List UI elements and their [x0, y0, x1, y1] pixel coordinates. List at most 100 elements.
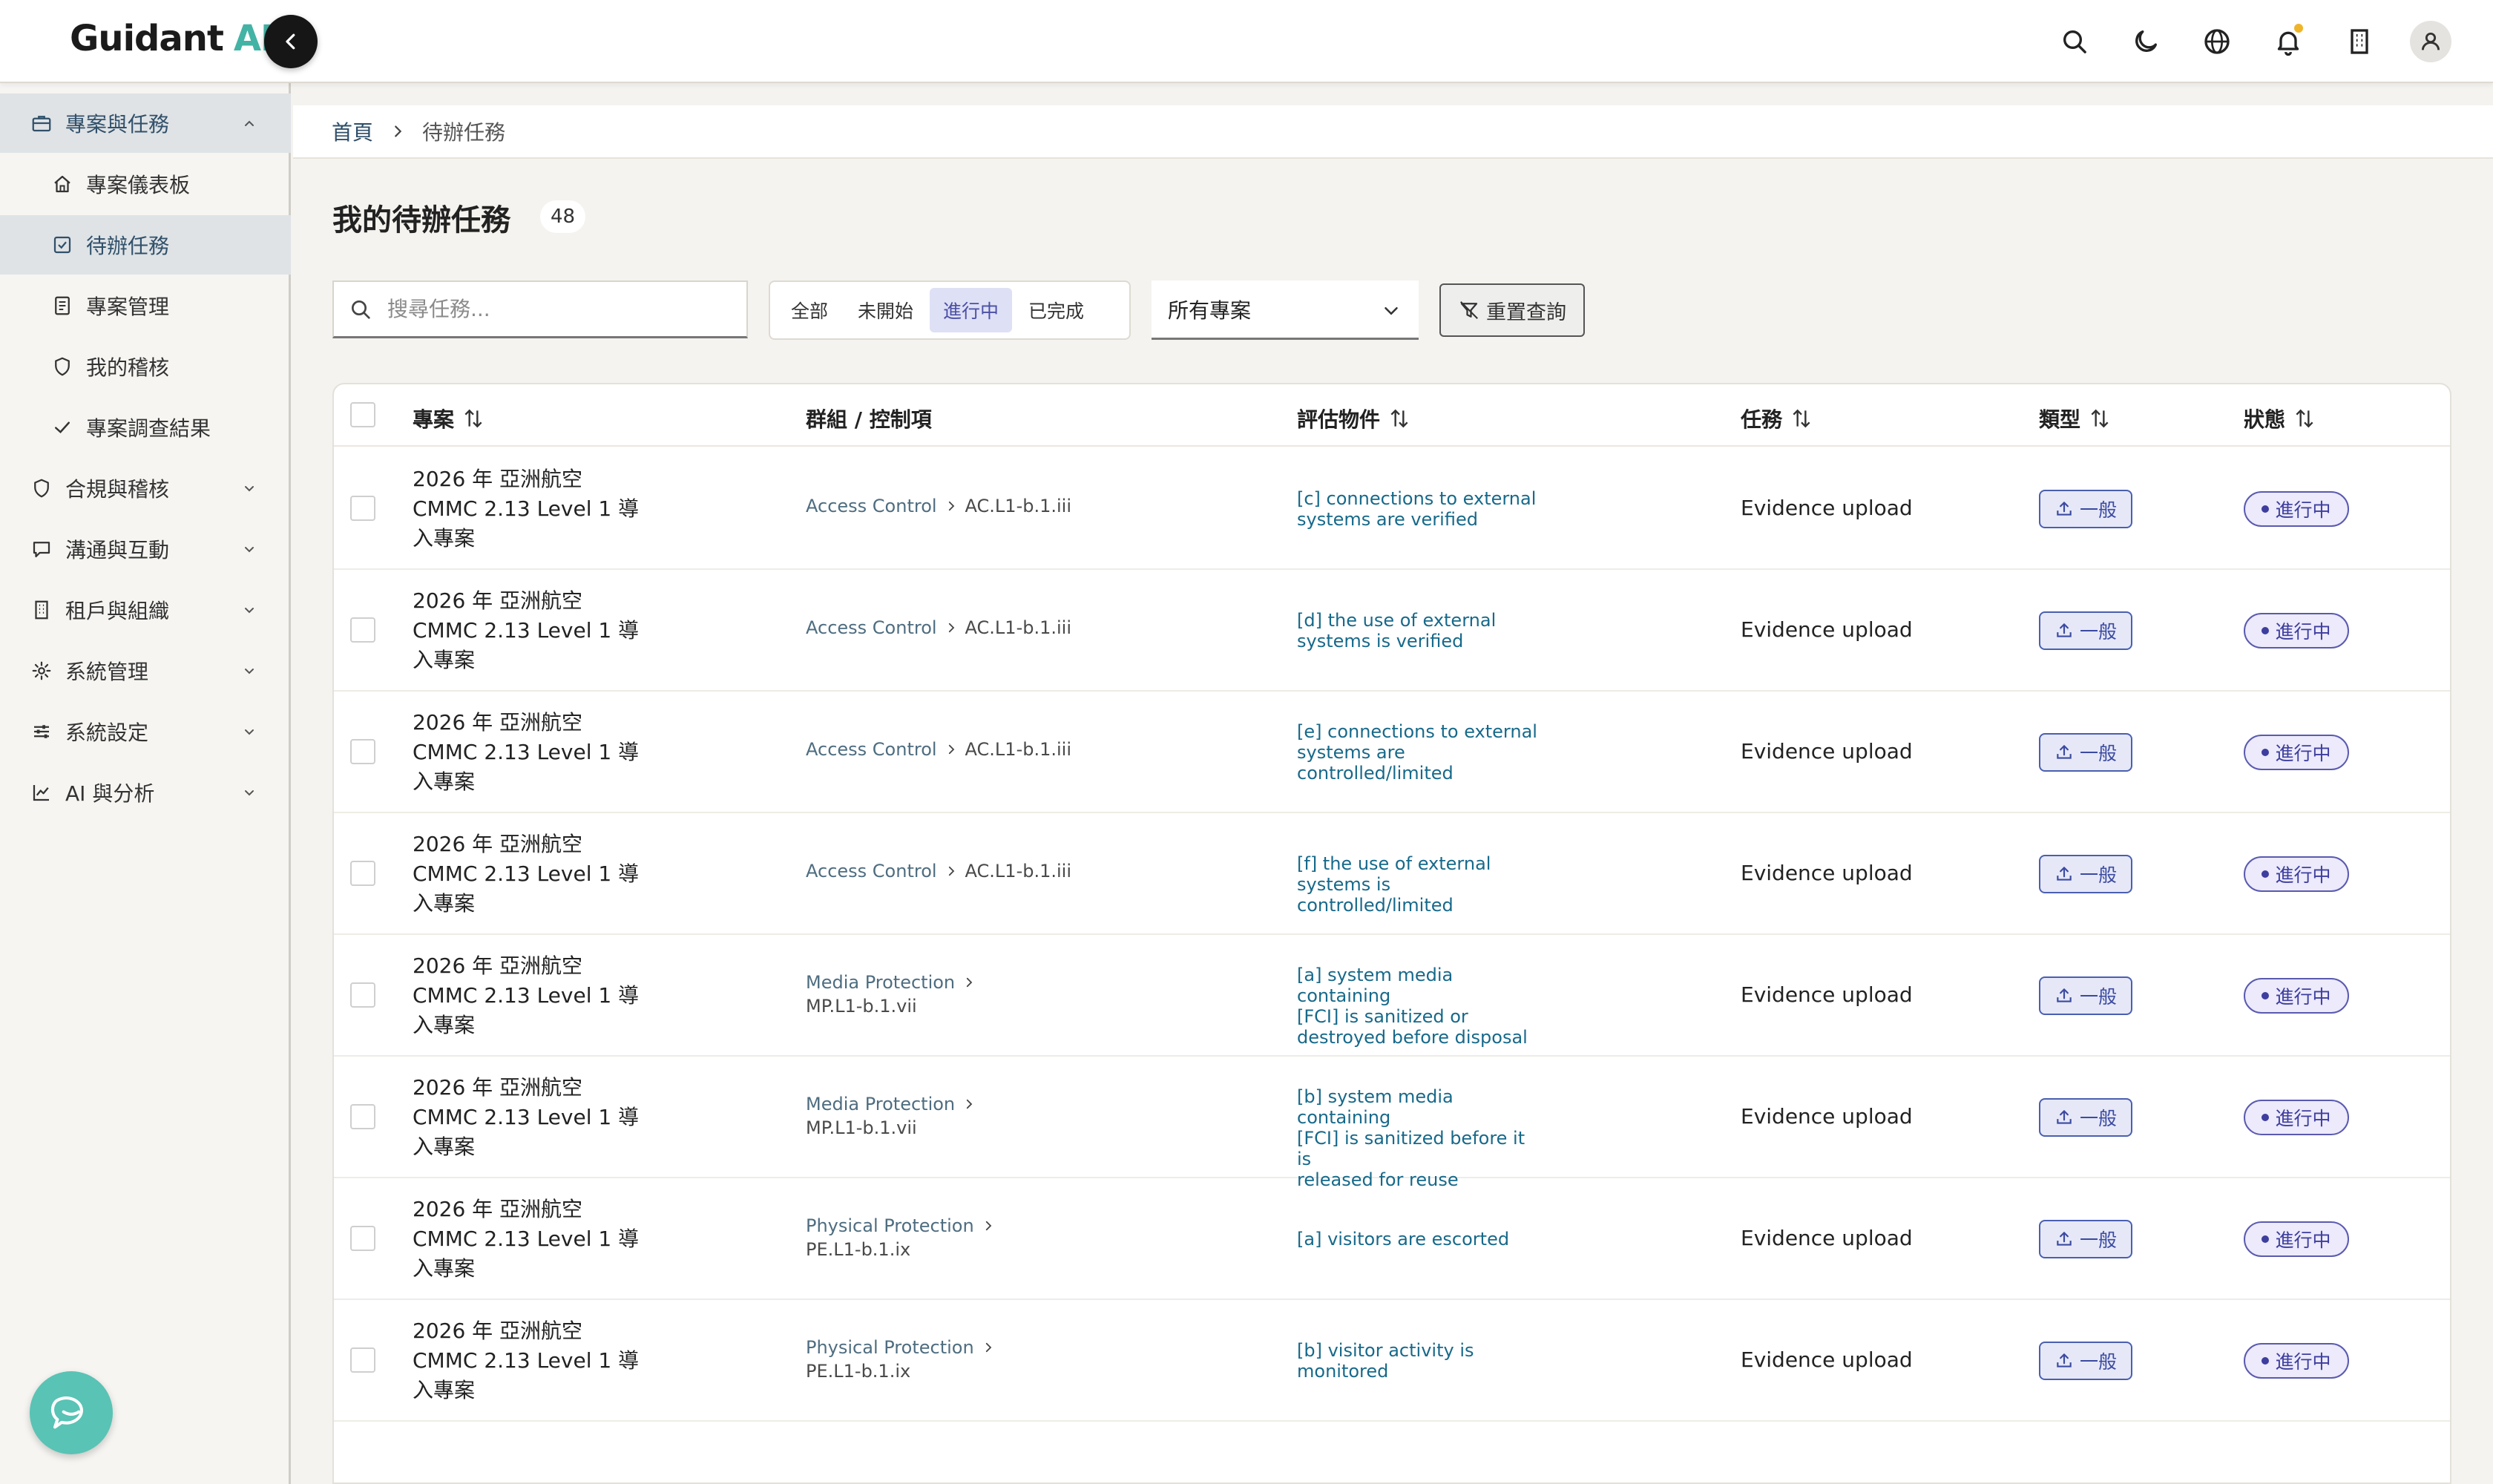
table-row[interactable]: 2026 年 亞洲航空 CMMC 2.13 Level 1 導入專案 Access … [334, 448, 2450, 570]
sidebar-item-label: 專案調查結果 [86, 416, 211, 441]
status-label: 進行中 [2275, 621, 2331, 643]
task-cell: Evidence upload [1741, 1347, 1913, 1372]
row-checkbox[interactable] [350, 982, 375, 1008]
type-badge[interactable]: 一般 [2039, 1098, 2132, 1137]
search-field[interactable] [332, 280, 748, 338]
moon-icon [2135, 30, 2157, 52]
row-checkbox[interactable] [350, 739, 375, 764]
control-id[interactable]: AC.L1-b.1.iii [965, 861, 1071, 881]
group-name[interactable]: Access Control [806, 861, 937, 881]
control-id[interactable]: MP.L1-b.1.vii [806, 996, 976, 1017]
status-dot [2262, 749, 2270, 756]
project-cell: 2026 年 亞洲航空 CMMC 2.13 Level 1 導入專案 [413, 708, 665, 797]
sidebar-item-projects-tasks[interactable]: 專案與任務 [0, 93, 291, 153]
header-assessment-object[interactable]: 評估物件 [1297, 404, 1411, 433]
table-row[interactable]: 2026 年 亞洲航空 CMMC 2.13 Level 1 導入專案 Access … [334, 692, 2450, 813]
group-name[interactable]: Access Control [806, 739, 937, 760]
assessment-object-link[interactable]: [a] system media containing [FCI] is sani… [1297, 965, 1542, 1048]
type-badge[interactable]: 一般 [2039, 1220, 2132, 1258]
header-type[interactable]: 類型 [2039, 404, 2112, 433]
project-select-value: 所有專案 [1168, 298, 1252, 323]
type-badge[interactable]: 一般 [2039, 976, 2132, 1015]
sidebar-item-tenants-orgs[interactable]: 租戶與組織 [0, 580, 291, 640]
assessment-object-link[interactable]: [a] visitors are escorted [1297, 1229, 1542, 1250]
header-status[interactable]: 狀態 [2244, 404, 2316, 433]
sidebar-item-label: 待辦任務 [86, 234, 170, 258]
sidebar-item-my-audits[interactable]: 我的稽核 [0, 337, 291, 396]
type-badge[interactable]: 一般 [2039, 490, 2132, 528]
project-select[interactable]: 所有專案 [1152, 280, 1419, 340]
assessment-object-link[interactable]: [b] system media containing [FCI] is sani… [1297, 1086, 1542, 1190]
sidebar-item-label: 租戶與組織 [65, 599, 170, 623]
row-checkbox[interactable] [350, 496, 375, 521]
collapse-sidebar-button[interactable] [264, 15, 318, 68]
sidebar-item-todo-tasks[interactable]: 待辦任務 [0, 215, 291, 275]
chat-assistant-button[interactable] [30, 1371, 113, 1454]
assessment-object-link[interactable]: [f] the use of external systems is contro… [1297, 853, 1542, 916]
type-badge[interactable]: 一般 [2039, 733, 2132, 772]
theme-toggle-button[interactable] [2125, 21, 2167, 62]
header-task[interactable]: 任務 [1741, 404, 1813, 433]
sidebar-item-system-admin[interactable]: 系統管理 [0, 641, 291, 700]
search-button[interactable] [2054, 21, 2095, 62]
reset-query-button[interactable]: 重置查詢 [1439, 283, 1585, 337]
table-row[interactable]: 2026 年 亞洲航空 CMMC 2.13 Level 1 導入專案 Access … [334, 813, 2450, 935]
language-button[interactable] [2196, 21, 2238, 62]
filter-all-button[interactable]: 全部 [778, 288, 841, 332]
sidebar-item-compliance-audit[interactable]: 合規與稽核 [0, 459, 291, 518]
control-id[interactable]: PE.L1-b.1.ix [806, 1239, 995, 1260]
control-id[interactable]: PE.L1-b.1.ix [806, 1361, 995, 1382]
check-icon [55, 421, 70, 434]
breadcrumb-home-link[interactable]: 首頁 [332, 116, 373, 146]
table-row[interactable]: 2026 年 亞洲航空 CMMC 2.13 Level 1 導入專案 Access … [334, 570, 2450, 692]
header-project[interactable]: 專案 [413, 404, 485, 433]
sidebar-item-communication[interactable]: 溝通與互動 [0, 519, 291, 579]
row-checkbox[interactable] [350, 861, 375, 886]
filter-in-progress-button[interactable]: 進行中 [930, 288, 1013, 332]
table-row[interactable]: 2026 年 亞洲航空 CMMC 2.13 Level 1 導入專案 Media P… [334, 1057, 2450, 1190]
assessment-object-link[interactable]: [d] the use of external systems is verifi… [1297, 610, 1542, 651]
sidebar-item-project-findings[interactable]: 專案調查結果 [0, 398, 291, 457]
filter-completed-button[interactable]: 已完成 [1015, 288, 1097, 332]
table-row[interactable]: 2026 年 亞洲航空 CMMC 2.13 Level 1 導入專案 Physica… [334, 1178, 2450, 1300]
control-id[interactable]: AC.L1-b.1.iii [965, 739, 1071, 760]
group-name[interactable]: Media Protection [806, 1094, 955, 1114]
assessment-object-link[interactable]: [e] connections to external systems are co… [1297, 721, 1542, 784]
group-name[interactable]: Access Control [806, 496, 937, 516]
group-name[interactable]: Physical Protection [806, 1215, 974, 1236]
group-name[interactable]: Access Control [806, 617, 937, 638]
row-checkbox[interactable] [350, 617, 375, 643]
assessment-object-link[interactable]: [b] visitor activity is monitored [1297, 1340, 1542, 1382]
control-id[interactable]: AC.L1-b.1.iii [965, 617, 1071, 638]
search-input[interactable] [386, 296, 712, 322]
status-dot [2262, 1357, 2270, 1365]
control-id[interactable]: MP.L1-b.1.vii [806, 1117, 976, 1138]
project-name-line: CMMC 2.13 Level 1 導 [413, 740, 640, 764]
sidebar-item-system-settings[interactable]: 系統設定 [0, 702, 291, 761]
type-badge[interactable]: 一般 [2039, 855, 2132, 893]
row-checkbox[interactable] [350, 1347, 375, 1373]
sidebar-item-project-dashboard[interactable]: 專案儀表板 [0, 154, 291, 214]
checkbox-icon [53, 236, 71, 254]
type-label: 一般 [2079, 1108, 2117, 1129]
row-checkbox[interactable] [350, 1104, 375, 1129]
sidebar-item-ai-analytics[interactable]: AI 與分析 [0, 763, 291, 822]
group-name[interactable]: Media Protection [806, 972, 955, 993]
type-badge[interactable]: 一般 [2039, 1342, 2132, 1380]
assessment-object-link[interactable]: [c] connections to external systems are v… [1297, 488, 1542, 530]
table-row[interactable]: 2026 年 亞洲航空 CMMC 2.13 Level 1 導入專案 Media P… [334, 935, 2450, 1057]
group-name[interactable]: Physical Protection [806, 1337, 974, 1358]
row-checkbox[interactable] [350, 1226, 375, 1251]
select-all-checkbox[interactable] [350, 402, 375, 427]
app-logo[interactable]: Guidant AI [70, 18, 274, 59]
type-badge[interactable]: 一般 [2039, 611, 2132, 650]
organization-button[interactable] [2339, 21, 2380, 62]
task-cell: Evidence upload [1741, 1226, 1913, 1250]
control-id[interactable]: AC.L1-b.1.iii [965, 496, 1071, 516]
sidebar-item-project-management[interactable]: 專案管理 [0, 276, 291, 335]
upload-icon [2057, 988, 2072, 1002]
notifications-button[interactable] [2267, 21, 2309, 62]
filter-not-started-button[interactable]: 未開始 [844, 288, 927, 332]
table-row[interactable]: 2026 年 亞洲航空 CMMC 2.13 Level 1 導入專案 Physica… [334, 1300, 2450, 1422]
user-menu-button[interactable] [2410, 21, 2451, 62]
